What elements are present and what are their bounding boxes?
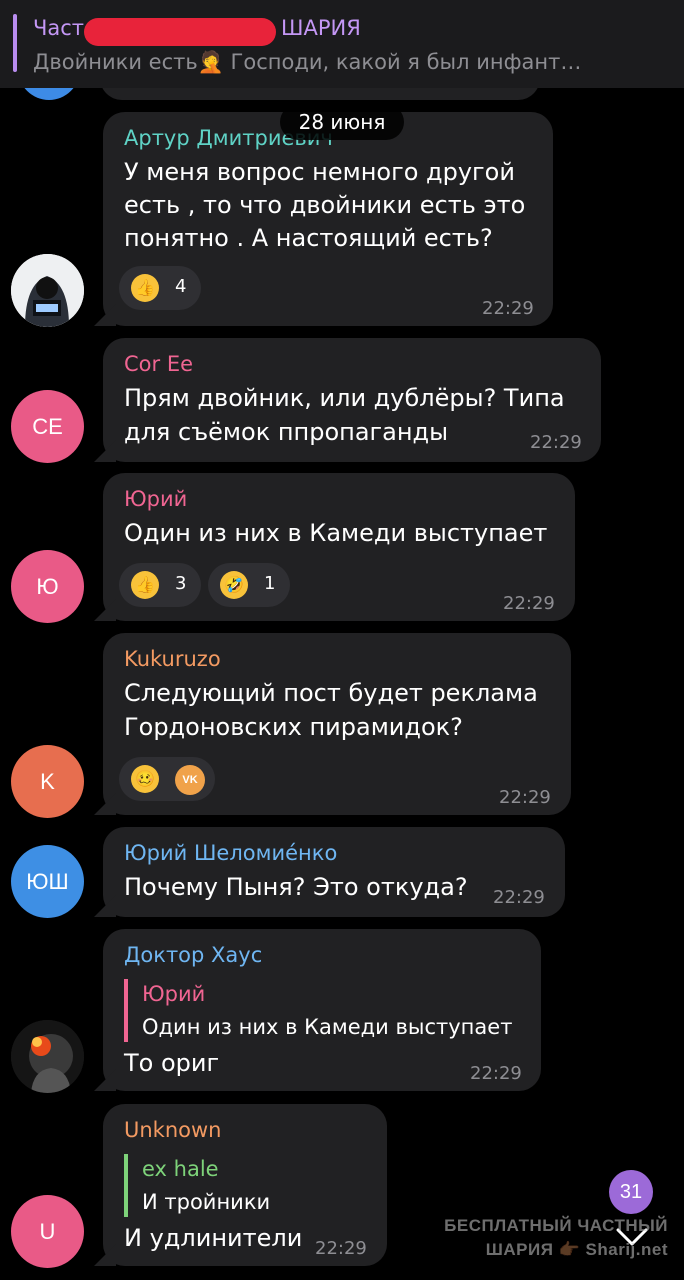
avatar[interactable]: K <box>11 745 84 818</box>
pinned-indicator <box>13 14 17 72</box>
avatar[interactable]: U <box>11 1195 84 1268</box>
thumbs-up-icon: 👍 <box>131 274 159 302</box>
message-time: 22:29 <box>315 1238 367 1259</box>
watermark-line: БЕСПЛАТНЫЙ ЧАСТНЫЙ <box>444 1216 668 1235</box>
sender-name[interactable]: Доктор Хаус <box>124 943 262 967</box>
sender-name[interactable]: Юрий <box>124 487 187 511</box>
thumbs-up-icon: 👍 <box>131 571 159 599</box>
bubble-tail <box>94 895 116 917</box>
message-bubble[interactable]: Юрий Один из них в Камеди выступает 👍 3 … <box>94 473 575 621</box>
message-time: 22:29 <box>503 593 555 614</box>
reaction-rofl[interactable]: 🤣 1 <box>208 563 290 607</box>
message-bubble[interactable]: Юрий Шеломиéнко Почему Пыня? Это откуда?… <box>94 827 565 917</box>
message-bubble[interactable]: Unknown ex hale И тройники И удлинители … <box>94 1104 387 1266</box>
reaction-count: 3 <box>175 573 187 594</box>
watermark-line: ШАРИЯ 👉🏾 Sharij.net <box>485 1240 668 1259</box>
reaction-thumbs-up[interactable]: 👍 3 <box>119 563 201 607</box>
pinned-message-bar[interactable]: Част ШАРИЯ Двойники есть🤦 Господи, какой … <box>0 0 684 88</box>
doctor-avatar-image <box>11 1020 84 1093</box>
redaction-mark <box>84 18 276 46</box>
sender-name[interactable]: Cor Ee <box>124 352 193 376</box>
bubble-tail <box>94 1244 116 1266</box>
reaction-woozy-face[interactable]: 🥴 VK <box>119 757 215 801</box>
bubble-tail <box>94 440 116 462</box>
message-bubble[interactable]: Cor Ee Прям двойник, или дублёры? Типа д… <box>94 338 601 462</box>
reaction-count: 1 <box>264 573 276 594</box>
bubble-tail <box>94 793 116 815</box>
message-time: 22:29 <box>493 887 545 908</box>
reply-quote[interactable]: ex hale И тройники <box>124 1154 270 1217</box>
watermark: БЕСПЛАТНЫЙ ЧАСТНЫЙ ШАРИЯ 👉🏾 Sharij.net <box>438 1214 668 1262</box>
reply-sender: Юрий <box>142 982 206 1006</box>
message-line: Гордоновских пирамидок? <box>124 713 463 741</box>
hacker-avatar-image <box>11 254 84 327</box>
bubble-tail <box>94 599 116 621</box>
message-line: для съёмок ппропаганды <box>124 418 449 446</box>
message-line: Прям двойник, или дублёры? Типа <box>124 384 565 412</box>
message-line: И удлинители <box>124 1224 303 1252</box>
message-line: У меня вопрос немного другой <box>124 158 515 186</box>
message-line: Почему Пыня? Это откуда? <box>124 873 468 901</box>
reaction-thumbs-up[interactable]: 👍 4 <box>119 266 201 310</box>
avatar[interactable]: Ю <box>11 550 84 623</box>
message-line: Следующий пост будет реклама <box>124 679 538 707</box>
doctor-avatar-icon[interactable] <box>11 1020 84 1093</box>
sender-name[interactable]: Юрий Шеломиéнко <box>124 841 337 865</box>
message-time: 22:29 <box>499 787 551 808</box>
sender-name[interactable]: Unknown <box>124 1118 221 1142</box>
reply-sender: ex hale <box>142 1157 219 1181</box>
pinned-text: Двойники есть🤦 Господи, какой я был инфа… <box>33 50 582 74</box>
pinned-title-right: ШАРИЯ <box>281 16 361 40</box>
woozy-face-icon: 🥴 <box>131 765 159 793</box>
message-line: То ориг <box>124 1049 220 1077</box>
avatar[interactable]: CE <box>11 390 84 463</box>
hacker-avatar-icon[interactable] <box>11 254 84 327</box>
message-bubble[interactable]: Артур Дмитриевич У меня вопрос немного д… <box>94 112 553 326</box>
message-time: 22:29 <box>470 1063 522 1084</box>
rofl-icon: 🤣 <box>220 571 248 599</box>
avatar[interactable]: ЮШ <box>11 845 84 918</box>
reply-text: И тройники <box>142 1190 271 1214</box>
sender-name[interactable]: Kukuruzo <box>124 647 221 671</box>
message-time: 22:29 <box>530 432 582 453</box>
bubble-tail <box>94 304 116 326</box>
message-line: понятно . А настоящий есть? <box>124 224 493 252</box>
message-bubble[interactable]: Kukuruzo Следующий пост будет реклама Го… <box>94 633 571 815</box>
message-time: 22:29 <box>482 298 534 319</box>
reaction-count: 4 <box>175 276 187 297</box>
pinned-title-left: Част <box>33 16 85 40</box>
reply-text: Один из них в Камеди выступает <box>142 1015 513 1039</box>
date-label: 28 июня <box>280 104 404 140</box>
bubble-tail <box>94 1069 116 1091</box>
message-bubble[interactable]: Доктор Хаус Юрий Один из них в Камеди вы… <box>94 929 541 1091</box>
message-line: Один из них в Камеди выступает <box>124 519 548 547</box>
reply-quote[interactable]: Юрий Один из них в Камеди выступает <box>124 979 512 1042</box>
reactor-avatar: VK <box>175 765 205 795</box>
message-line: есть , то что двойники есть это <box>124 191 526 219</box>
